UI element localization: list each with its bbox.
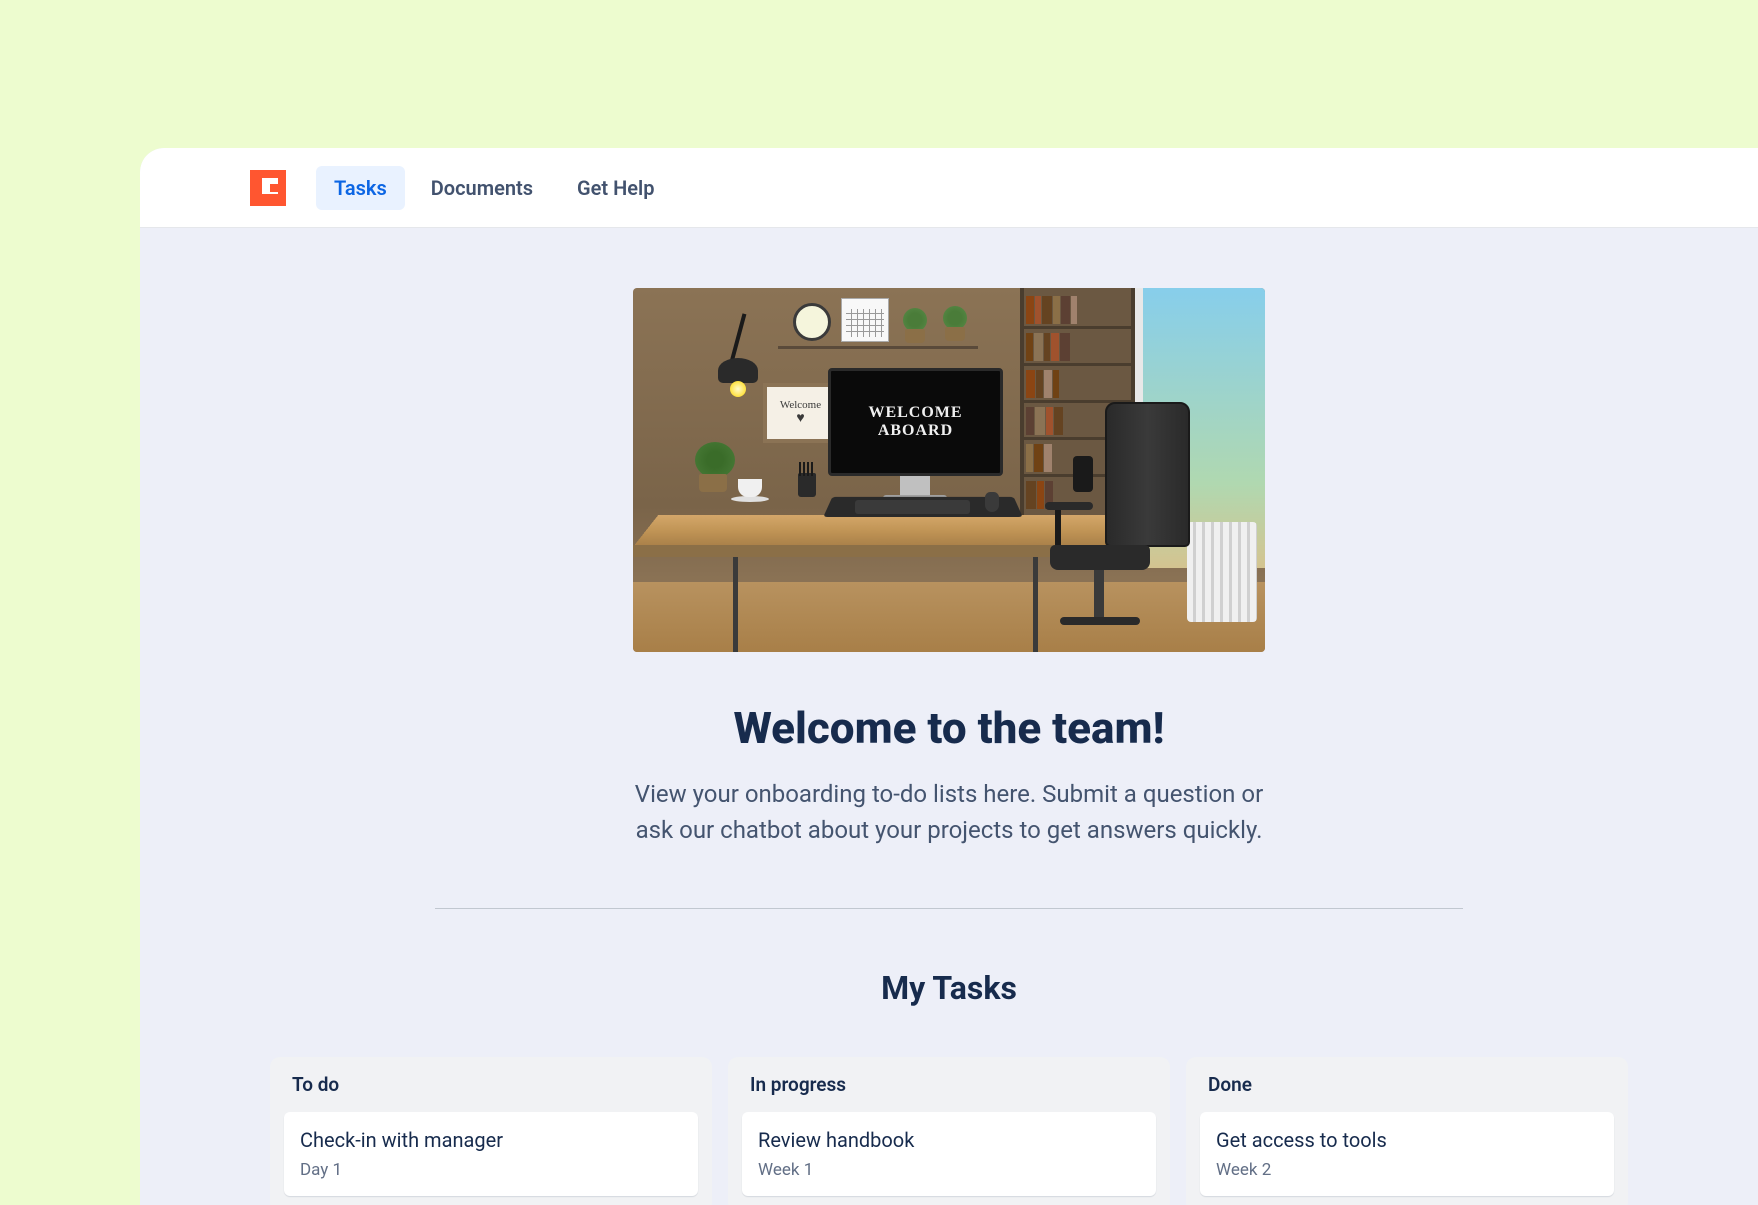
page-title: Welcome to the team! [733,702,1164,754]
tasks-section: My Tasks To do Check-in with manager Day… [140,969,1758,1205]
column-header: To do [284,1073,698,1096]
kanban-column-inprogress[interactable]: In progress Review handbook Week 1 [728,1057,1170,1205]
monitor-illustration: WELCOME ABOARD [828,368,1003,498]
column-header: In progress [742,1073,1156,1096]
nav-tab-documents[interactable]: Documents [413,166,551,210]
nav-tab-tasks[interactable]: Tasks [316,166,405,210]
task-meta: Day 1 [300,1160,682,1180]
nav-tab-get-help[interactable]: Get Help [559,166,672,210]
top-nav: Tasks Documents Get Help [140,148,1758,228]
content: Welcome ♥ WELCOME ABOARD [140,228,1758,1205]
task-meta: Week 2 [1216,1160,1598,1180]
task-card[interactable]: Get access to tools Week 2 [1200,1112,1614,1196]
task-title: Review handbook [758,1128,1140,1152]
task-title: Check-in with manager [300,1128,682,1152]
task-card[interactable]: Review handbook Week 1 [742,1112,1156,1196]
column-header: Done [1200,1073,1614,1096]
hero-image: Welcome ♥ WELCOME ABOARD [633,288,1265,652]
task-title: Get access to tools [1216,1128,1598,1152]
kanban-board: To do Check-in with manager Day 1 In pro… [140,1057,1758,1205]
nav-tabs: Tasks Documents Get Help [316,166,672,210]
app-logo[interactable] [250,170,286,206]
kanban-column-done[interactable]: Done Get access to tools Week 2 [1186,1057,1628,1205]
hero-section: Welcome ♥ WELCOME ABOARD [140,288,1758,848]
app-container: Tasks Documents Get Help [140,148,1758,1205]
divider [435,908,1463,909]
kanban-column-todo[interactable]: To do Check-in with manager Day 1 [270,1057,712,1205]
task-meta: Week 1 [758,1160,1140,1180]
page-subtitle: View your onboarding to-do lists here. S… [629,776,1269,848]
tasks-section-title: My Tasks [140,969,1758,1007]
welcome-sign: Welcome ♥ [763,383,838,443]
task-card[interactable]: Check-in with manager Day 1 [284,1112,698,1196]
